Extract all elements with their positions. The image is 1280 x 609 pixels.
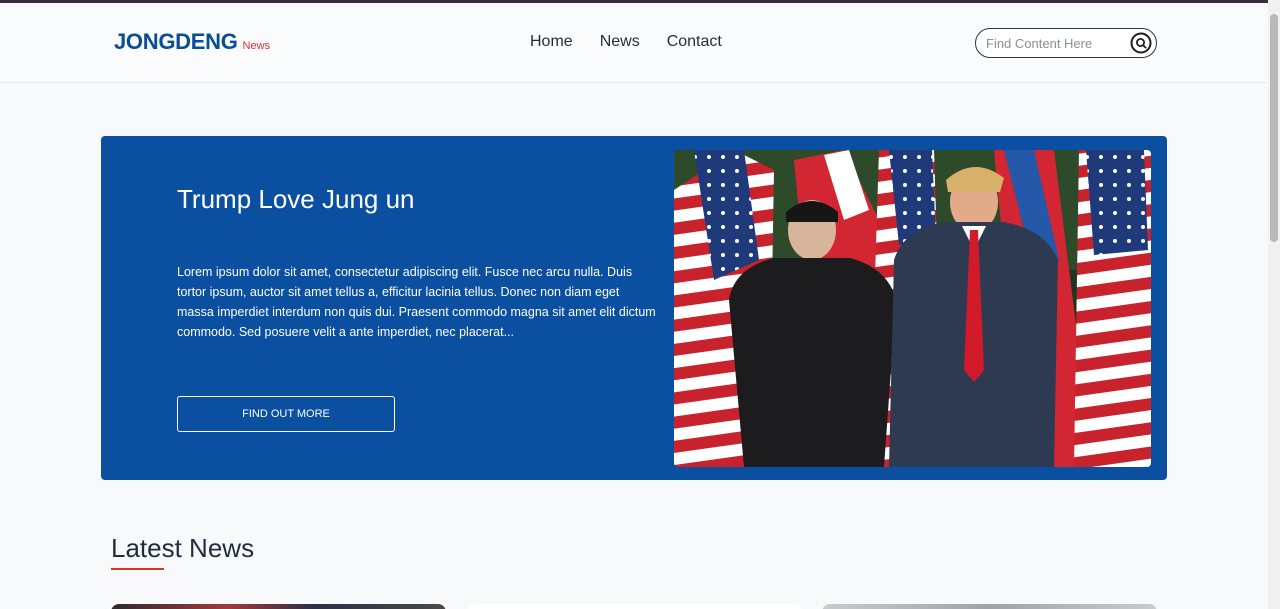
search-button[interactable]: [1130, 32, 1152, 54]
brand-name: JONGDENG: [114, 29, 238, 54]
brand-tag: News: [242, 40, 271, 52]
search-box: [975, 28, 1157, 58]
search-input[interactable]: [986, 35, 1126, 51]
brand-logo[interactable]: JONGDENG News: [114, 29, 270, 55]
navbar: JONGDENG News Home News Contact: [0, 3, 1268, 83]
heading-underline: [111, 568, 164, 570]
news-card[interactable]: [467, 604, 802, 609]
hero-title: Trump Love Jung un: [177, 184, 415, 214]
nav-link-contact[interactable]: Contact: [667, 33, 722, 51]
news-card[interactable]: [822, 604, 1157, 609]
latest-news-heading: Latest News: [111, 533, 255, 563]
news-card[interactable]: [111, 604, 446, 609]
hero-image: [674, 150, 1151, 467]
hero-description: Lorem ipsum dolor sit amet, consectetur …: [177, 265, 656, 339]
scrollbar-thumb[interactable]: [1270, 14, 1278, 242]
nav-link-news[interactable]: News: [600, 33, 640, 51]
search-icon: [1130, 32, 1152, 54]
hero-photo: [674, 150, 1151, 467]
main-nav: Home News Contact: [530, 33, 749, 51]
hero-banner: Trump Love Jung un Lorem ipsum dolor sit…: [101, 136, 1167, 480]
page-scrollbar[interactable]: [1268, 0, 1280, 609]
find-out-more-button[interactable]: FIND OUT MORE: [177, 396, 395, 432]
nav-link-home[interactable]: Home: [530, 33, 573, 51]
